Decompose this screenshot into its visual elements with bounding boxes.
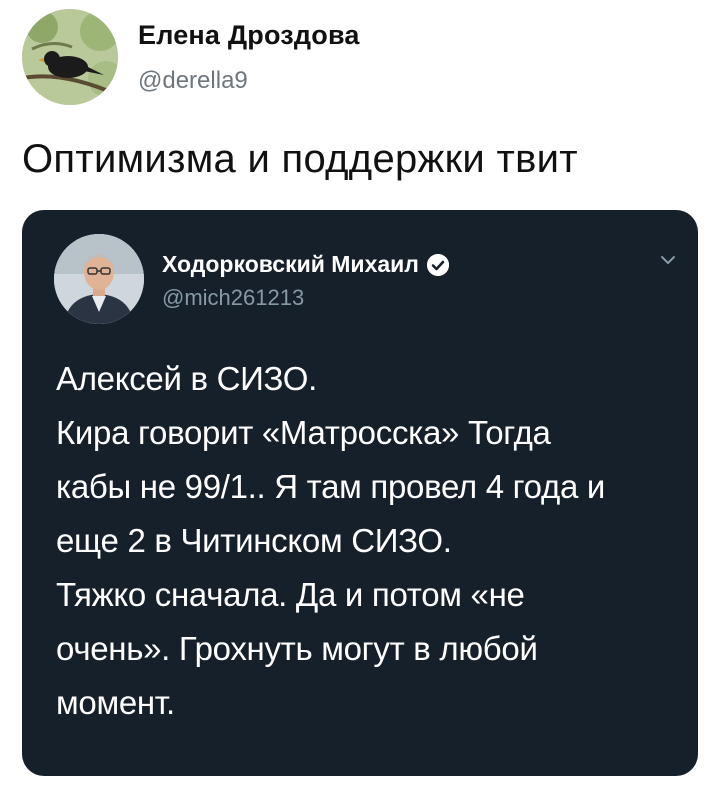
quoted-author-name-row[interactable]: Ходорковский Михаил [162,251,449,278]
quoted-avatar[interactable] [54,234,144,324]
quoted-tweet-text: Алексей в СИЗО. Кира говорит «Матросска»… [56,352,676,730]
tweet-line: Алексей в СИЗО. [56,360,318,397]
avatar[interactable] [22,9,118,105]
tweet-line: Кира говорит «Матросска» Тогда [56,414,551,451]
person-avatar-icon [54,234,144,324]
tweet-line: кабы не 99/1.. Я там провел 4 года и [56,468,606,505]
tweet-text: Оптимизма и поддержки твит [22,137,578,181]
tweet-line: момент. [56,684,175,721]
quoted-author-handle[interactable]: @mich261213 [162,285,304,311]
quoted-tweet-card[interactable]: Ходорковский Михаил @mich261213 Алексей … [22,210,698,776]
bird-avatar-icon [22,9,118,105]
author-name[interactable]: Елена Дроздова [138,20,360,51]
tweet-line: еще 2 в Читинском СИЗО. [56,522,452,559]
quoted-author-name[interactable]: Ходорковский Михаил [162,251,419,278]
tweet-line: Тяжко сначала. Да и потом «не [56,576,525,613]
tweet-line: очень». Грохнуть могут в любой [56,630,538,667]
author-handle[interactable]: @derella9 [138,67,248,95]
chevron-down-icon[interactable] [658,250,678,270]
verified-badge-icon [426,253,449,276]
